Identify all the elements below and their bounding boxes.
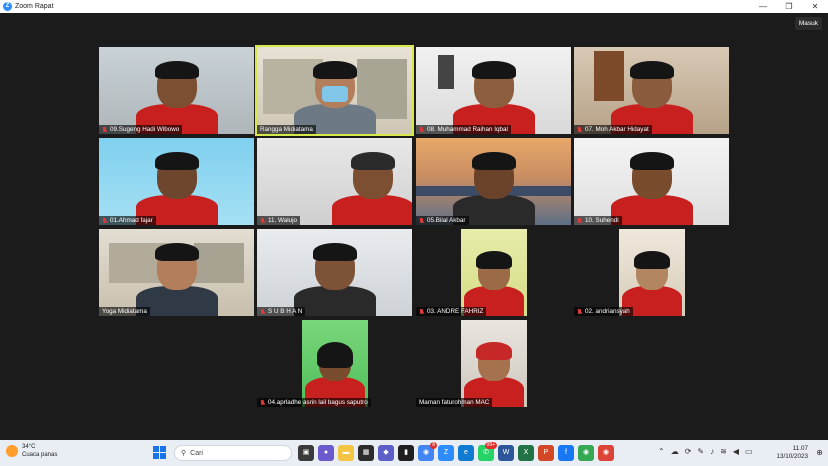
participant-name: 10. Suhendi <box>574 216 622 225</box>
video-tile[interactable]: 05.Bilal Akbar <box>416 138 571 225</box>
mic-muted-icon <box>102 126 108 133</box>
chrome-icon[interactable]: ◉ 8 <box>418 442 437 461</box>
app-icon[interactable]: ◆ <box>378 445 394 461</box>
video-tile[interactable]: 04.aprladhe asrin lail bagus saputro <box>257 320 412 407</box>
participant-name: Maman faturohman MAC <box>416 398 493 407</box>
facebook-icon[interactable]: f <box>558 445 574 461</box>
clock-time: 11.07 <box>792 445 808 452</box>
weather-widget[interactable]: 34°C Cuaca panas <box>6 443 57 459</box>
chat-icon[interactable]: ● <box>318 445 334 461</box>
video-tile-active-speaker[interactable]: Rangga Midiatama <box>255 45 414 136</box>
weather-desc: Cuaca panas <box>22 452 58 458</box>
search-placeholder: Cari <box>190 449 203 457</box>
participant-name: 02. andriansyah <box>574 307 633 316</box>
video-tile[interactable]: 08. Muhammad Raihan Iqbal <box>416 47 571 134</box>
participant-name: 07. Moh Akbar Hidayat <box>574 125 652 134</box>
file-explorer-icon[interactable]: ▬ <box>338 445 354 461</box>
mic-muted-icon <box>260 308 266 315</box>
mic-muted-icon <box>102 217 108 224</box>
window-title: Zoom Rapat <box>15 3 54 10</box>
close-button[interactable]: ✕ <box>802 0 828 13</box>
video-tile[interactable]: Yoga Midiatama <box>99 229 254 316</box>
title-bar: Z Zoom Rapat — ❐ ✕ <box>0 0 828 13</box>
volume-icon[interactable]: ◀ <box>733 447 739 456</box>
search-box[interactable]: ⚲ Cari <box>174 445 292 461</box>
participant-name: 11. Walujo <box>257 216 301 225</box>
participant-name: 08. Muhammad Raihan Iqbal <box>416 125 511 134</box>
start-button[interactable] <box>153 446 166 459</box>
video-tile[interactable]: 11. Walujo <box>257 138 412 225</box>
video-tile[interactable]: 09.Sugeng Hadi Wibowo <box>99 47 254 134</box>
task-view-icon[interactable]: ▣ <box>298 445 314 461</box>
search-icon: ⚲ <box>181 450 187 457</box>
mic-muted-icon <box>419 308 425 315</box>
participant-name: 01.Ahmad fajar <box>99 216 156 225</box>
chevron-up-icon[interactable]: ⌃ <box>658 447 665 456</box>
notification-icon[interactable]: ⊕ <box>816 448 823 457</box>
powerpoint-icon[interactable]: P <box>538 445 554 461</box>
zoom-icon: Z <box>3 2 12 11</box>
store-icon[interactable]: ▦ <box>358 445 374 461</box>
terminal-icon[interactable]: ▮ <box>398 445 414 461</box>
windows-taskbar: 34°C Cuaca panas ⚲ Cari ▣ ● ▬ ▦ ◆ ▮ ◉ 8 Z… <box>0 440 828 466</box>
clock[interactable]: 11.07 13/10/2023 <box>776 445 808 461</box>
edge-icon[interactable]: e <box>458 445 474 461</box>
whatsapp-icon[interactable]: ✆ 99+ <box>478 442 497 461</box>
sign-in-button[interactable]: Masuk <box>794 17 822 30</box>
video-tile[interactable]: 07. Moh Akbar Hidayat <box>574 47 729 134</box>
participant-name: 05.Bilal Akbar <box>416 216 469 225</box>
thermometer-icon <box>6 445 18 457</box>
system-tray: ⌃ ☁ ⟳ ✎ ♪ ≋ ◀ ▭ <box>658 447 753 456</box>
video-tile[interactable]: S U B H A N <box>257 229 412 316</box>
mic-muted-icon <box>577 126 583 133</box>
video-tile[interactable]: 03. ANDRE FAHRIZ <box>416 229 571 316</box>
participant-name: 04.aprladhe asrin lail bagus saputro <box>257 398 371 407</box>
maximize-button[interactable]: ❐ <box>776 0 802 13</box>
word-icon[interactable]: W <box>498 445 514 461</box>
mic-muted-icon <box>419 126 425 133</box>
video-tile[interactable]: 02. andriansyah <box>574 229 729 316</box>
participant-name: Rangga Midiatama <box>257 125 316 134</box>
mic-muted-icon <box>260 399 266 406</box>
video-tile[interactable]: 01.Ahmad fajar <box>99 138 254 225</box>
mic-muted-icon <box>260 217 266 224</box>
pen-icon[interactable]: ✎ <box>697 447 704 456</box>
clock-date: 13/10/2023 <box>776 453 808 460</box>
minimize-button[interactable]: — <box>750 0 776 13</box>
video-tile[interactable]: 10. Suhendi <box>574 138 729 225</box>
sync-icon[interactable]: ⟳ <box>685 447 692 456</box>
chrome-profile-icon[interactable]: ◉ <box>578 445 594 461</box>
video-tile[interactable]: Maman faturohman MAC <box>416 320 571 407</box>
participant-name: S U B H A N <box>257 307 306 316</box>
whatsapp-badge: 99+ <box>484 442 497 449</box>
battery-icon[interactable]: ▭ <box>745 447 753 456</box>
cloud-icon[interactable]: ☁ <box>671 447 679 456</box>
zoom-taskbar-icon[interactable]: Z <box>438 445 454 461</box>
wifi-icon[interactable]: ≋ <box>720 447 727 456</box>
video-gallery: Masuk 09.Sugeng Hadi Wibowo Rangga Midia… <box>0 13 828 440</box>
mic-icon[interactable]: ♪ <box>710 447 714 456</box>
chrome-alt-icon[interactable]: ◉ <box>598 445 614 461</box>
weather-temp: 34°C <box>22 444 36 450</box>
participant-name: Yoga Midiatama <box>99 307 150 316</box>
participant-name: 03. ANDRE FAHRIZ <box>416 307 487 316</box>
mic-muted-icon <box>419 217 425 224</box>
chrome-badge: 8 <box>430 442 437 449</box>
mic-muted-icon <box>577 308 583 315</box>
participant-name: 09.Sugeng Hadi Wibowo <box>99 125 183 134</box>
excel-icon[interactable]: X <box>518 445 534 461</box>
mic-muted-icon <box>577 217 583 224</box>
